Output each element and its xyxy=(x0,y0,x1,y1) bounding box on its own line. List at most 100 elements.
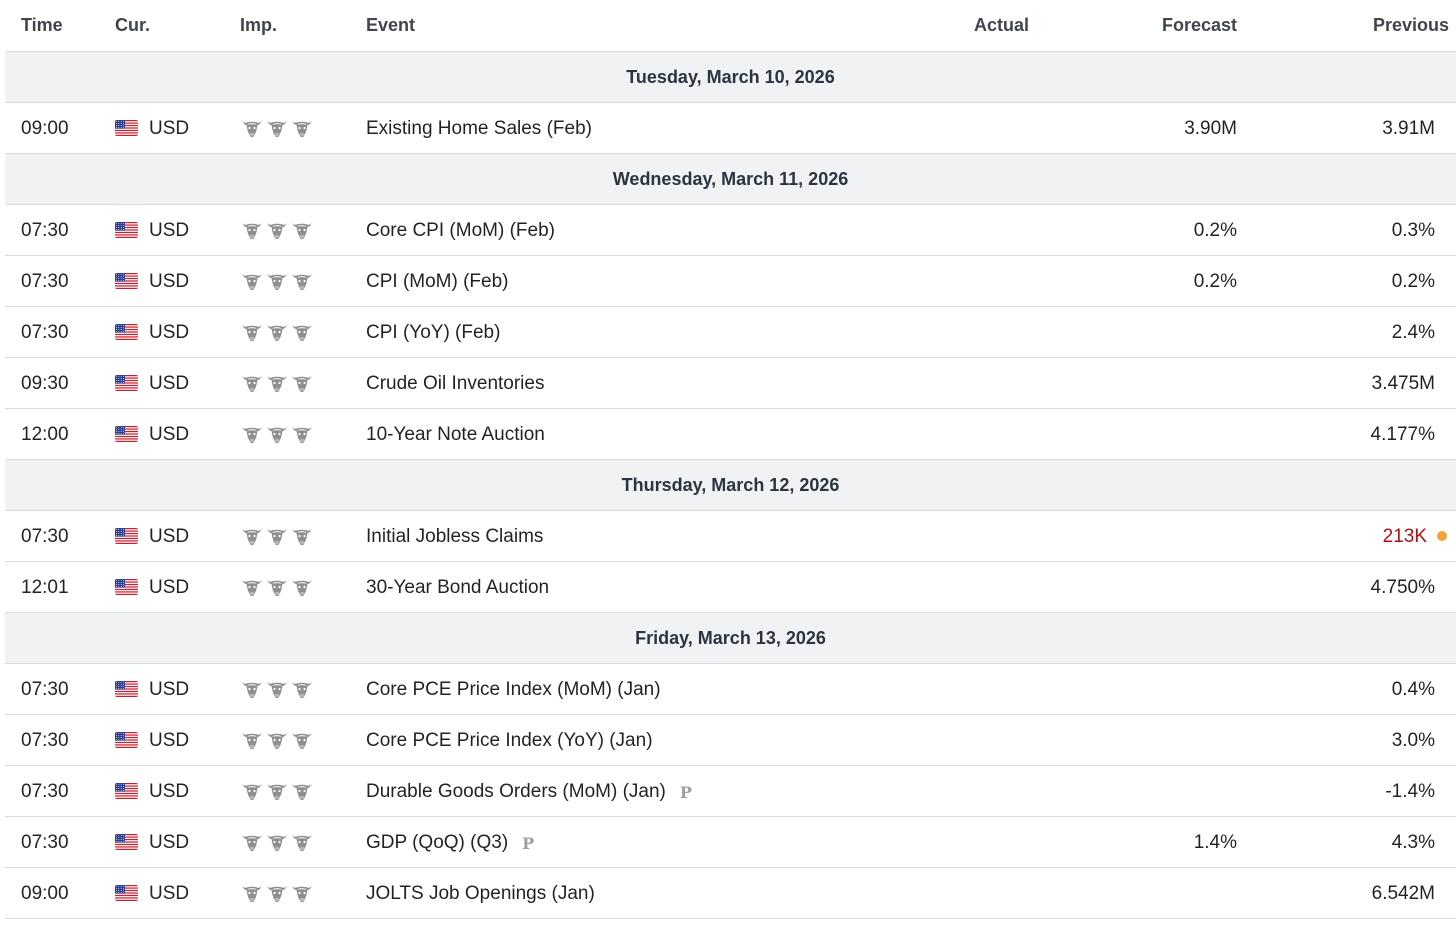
bull-icon xyxy=(265,882,289,909)
importance-indicator xyxy=(240,321,314,348)
event-name[interactable]: CPI (YoY) (Feb) xyxy=(366,307,500,358)
event-row[interactable]: 12:01 USD 30-Year Bond Auction 4.750% xyxy=(5,562,1456,613)
header-currency[interactable]: Cur. xyxy=(115,0,150,50)
event-name[interactable]: 10-Year Note Auction xyxy=(366,409,545,460)
bull-icon xyxy=(240,321,264,348)
importance-indicator xyxy=(240,831,314,858)
event-row[interactable]: 07:30 USD Core PCE Price Index (YoY) (Jan)… xyxy=(5,715,1456,766)
event-name[interactable]: Durable Goods Orders (MoM) (Jan) P xyxy=(366,766,692,818)
event-title[interactable]: CPI (YoY) (Feb) xyxy=(366,322,500,343)
event-title[interactable]: Core PCE Price Index (MoM) (Jan) xyxy=(366,679,661,700)
bull-icon xyxy=(240,219,264,246)
event-title[interactable]: Durable Goods Orders (MoM) (Jan) xyxy=(366,781,666,802)
us-flag-icon xyxy=(115,273,138,289)
event-previous-cell: 213K xyxy=(1383,511,1447,562)
event-previous: -1.4% xyxy=(1385,781,1435,802)
bull-icon xyxy=(240,372,264,399)
bull-icon xyxy=(265,321,289,348)
importance-indicator xyxy=(240,423,314,450)
event-previous: 3.0% xyxy=(1391,730,1435,751)
importance-indicator xyxy=(240,219,314,246)
event-row[interactable]: 07:30 USD Durable Goods Orders (MoM) (Jan)… xyxy=(5,766,1456,817)
event-name[interactable]: 30-Year Bond Auction xyxy=(366,562,549,613)
importance-indicator xyxy=(240,678,314,705)
header-previous[interactable]: Previous xyxy=(1373,0,1449,50)
header-event[interactable]: Event xyxy=(366,0,415,50)
bull-icon xyxy=(265,729,289,756)
bull-icon xyxy=(240,117,264,144)
event-title[interactable]: GDP (QoQ) (Q3) xyxy=(366,832,508,853)
event-name[interactable]: JOLTS Job Openings (Jan) xyxy=(366,868,595,919)
event-title[interactable]: Core PCE Price Index (YoY) (Jan) xyxy=(366,730,653,751)
event-name[interactable]: Core PCE Price Index (YoY) (Jan) xyxy=(366,715,653,766)
event-name[interactable]: Existing Home Sales (Feb) xyxy=(366,103,592,154)
event-row[interactable]: 07:30 USD Core PCE Price Index (MoM) (Jan)… xyxy=(5,664,1456,715)
event-name[interactable]: Core PCE Price Index (MoM) (Jan) xyxy=(366,664,661,715)
event-row[interactable]: 07:30 USD Initial Jobless Claims 213K xyxy=(5,511,1456,562)
event-previous: 6.542M xyxy=(1371,883,1435,904)
event-title[interactable]: Initial Jobless Claims xyxy=(366,526,543,547)
event-name[interactable]: Core CPI (MoM) (Feb) xyxy=(366,205,555,256)
date-row: Friday, March 13, 2026 xyxy=(5,613,1456,664)
importance-indicator xyxy=(240,780,314,807)
event-row[interactable]: 07:30 USD CPI (YoY) (Feb) 2.4% xyxy=(5,307,1456,358)
event-time: 09:30 xyxy=(21,373,69,394)
event-row[interactable]: 07:30 USD CPI (MoM) (Feb) 0.2% 0.2% xyxy=(5,256,1456,307)
event-previous: 0.3% xyxy=(1391,220,1435,241)
event-forecast: 3.90M xyxy=(1184,118,1237,139)
event-row[interactable]: 07:30 USD Core CPI (MoM) (Feb) 0.2% 0.3% xyxy=(5,205,1456,256)
event-title[interactable]: Crude Oil Inventories xyxy=(366,373,544,394)
revised-dot-icon[interactable] xyxy=(1437,531,1447,541)
us-flag-icon xyxy=(115,426,138,442)
bull-icon xyxy=(240,423,264,450)
event-previous: 2.4% xyxy=(1391,322,1435,343)
bull-icon xyxy=(265,423,289,450)
date-row: Thursday, March 12, 2026 xyxy=(5,460,1456,511)
event-previous: 4.3% xyxy=(1391,832,1435,853)
bull-icon xyxy=(290,219,314,246)
event-currency: USD xyxy=(149,730,190,751)
event-time: 07:30 xyxy=(21,526,69,547)
event-title[interactable]: CPI (MoM) (Feb) xyxy=(366,271,509,292)
event-name[interactable]: GDP (QoQ) (Q3) P xyxy=(366,817,534,869)
event-currency: USD xyxy=(149,679,190,700)
bull-icon xyxy=(240,780,264,807)
event-forecast: 0.2% xyxy=(1193,220,1237,241)
event-currency: USD xyxy=(149,424,190,445)
event-title[interactable]: 10-Year Note Auction xyxy=(366,424,545,445)
us-flag-icon xyxy=(115,528,138,544)
preliminary-icon: P xyxy=(522,834,535,853)
event-title[interactable]: Core CPI (MoM) (Feb) xyxy=(366,220,555,241)
event-previous-cell: 0.4% xyxy=(1392,664,1435,715)
event-title[interactable]: Existing Home Sales (Feb) xyxy=(366,118,592,139)
bull-icon xyxy=(240,882,264,909)
event-row[interactable]: 07:30 USD GDP (QoQ) (Q3) P 1.4% 4.3% xyxy=(5,817,1456,868)
event-previous: 0.2% xyxy=(1391,271,1435,292)
header-actual[interactable]: Actual xyxy=(974,0,1029,50)
event-name[interactable]: Initial Jobless Claims xyxy=(366,511,543,562)
event-name[interactable]: CPI (MoM) (Feb) xyxy=(366,256,509,307)
header-importance[interactable]: Imp. xyxy=(240,0,277,50)
bull-icon xyxy=(265,831,289,858)
us-flag-icon xyxy=(115,375,138,391)
header-time[interactable]: Time xyxy=(21,0,63,50)
bull-icon xyxy=(290,525,314,552)
event-row[interactable]: 09:00 USD Existing Home Sales (Feb) 3.90M 3.… xyxy=(5,103,1456,154)
event-time: 12:00 xyxy=(21,424,69,445)
event-previous: 213K xyxy=(1382,526,1427,547)
bull-icon xyxy=(290,882,314,909)
event-name[interactable]: Crude Oil Inventories xyxy=(366,358,544,409)
bull-icon xyxy=(265,525,289,552)
event-time: 07:30 xyxy=(21,271,69,292)
event-previous-cell: 3.475M xyxy=(1372,358,1435,409)
event-title[interactable]: JOLTS Job Openings (Jan) xyxy=(366,883,595,904)
header-forecast[interactable]: Forecast xyxy=(1162,0,1237,50)
event-row[interactable]: 09:30 USD Crude Oil Inventories 3.475M xyxy=(5,358,1456,409)
bull-icon xyxy=(290,678,314,705)
event-title[interactable]: 30-Year Bond Auction xyxy=(366,577,549,598)
event-row[interactable]: 12:00 USD 10-Year Note Auction 4.177% xyxy=(5,409,1456,460)
event-row[interactable]: 09:00 USD JOLTS Job Openings (Jan) 6.542M xyxy=(5,868,1456,919)
event-time: 12:01 xyxy=(21,577,69,598)
event-currency: USD xyxy=(149,322,190,343)
event-time: 07:30 xyxy=(21,781,69,802)
